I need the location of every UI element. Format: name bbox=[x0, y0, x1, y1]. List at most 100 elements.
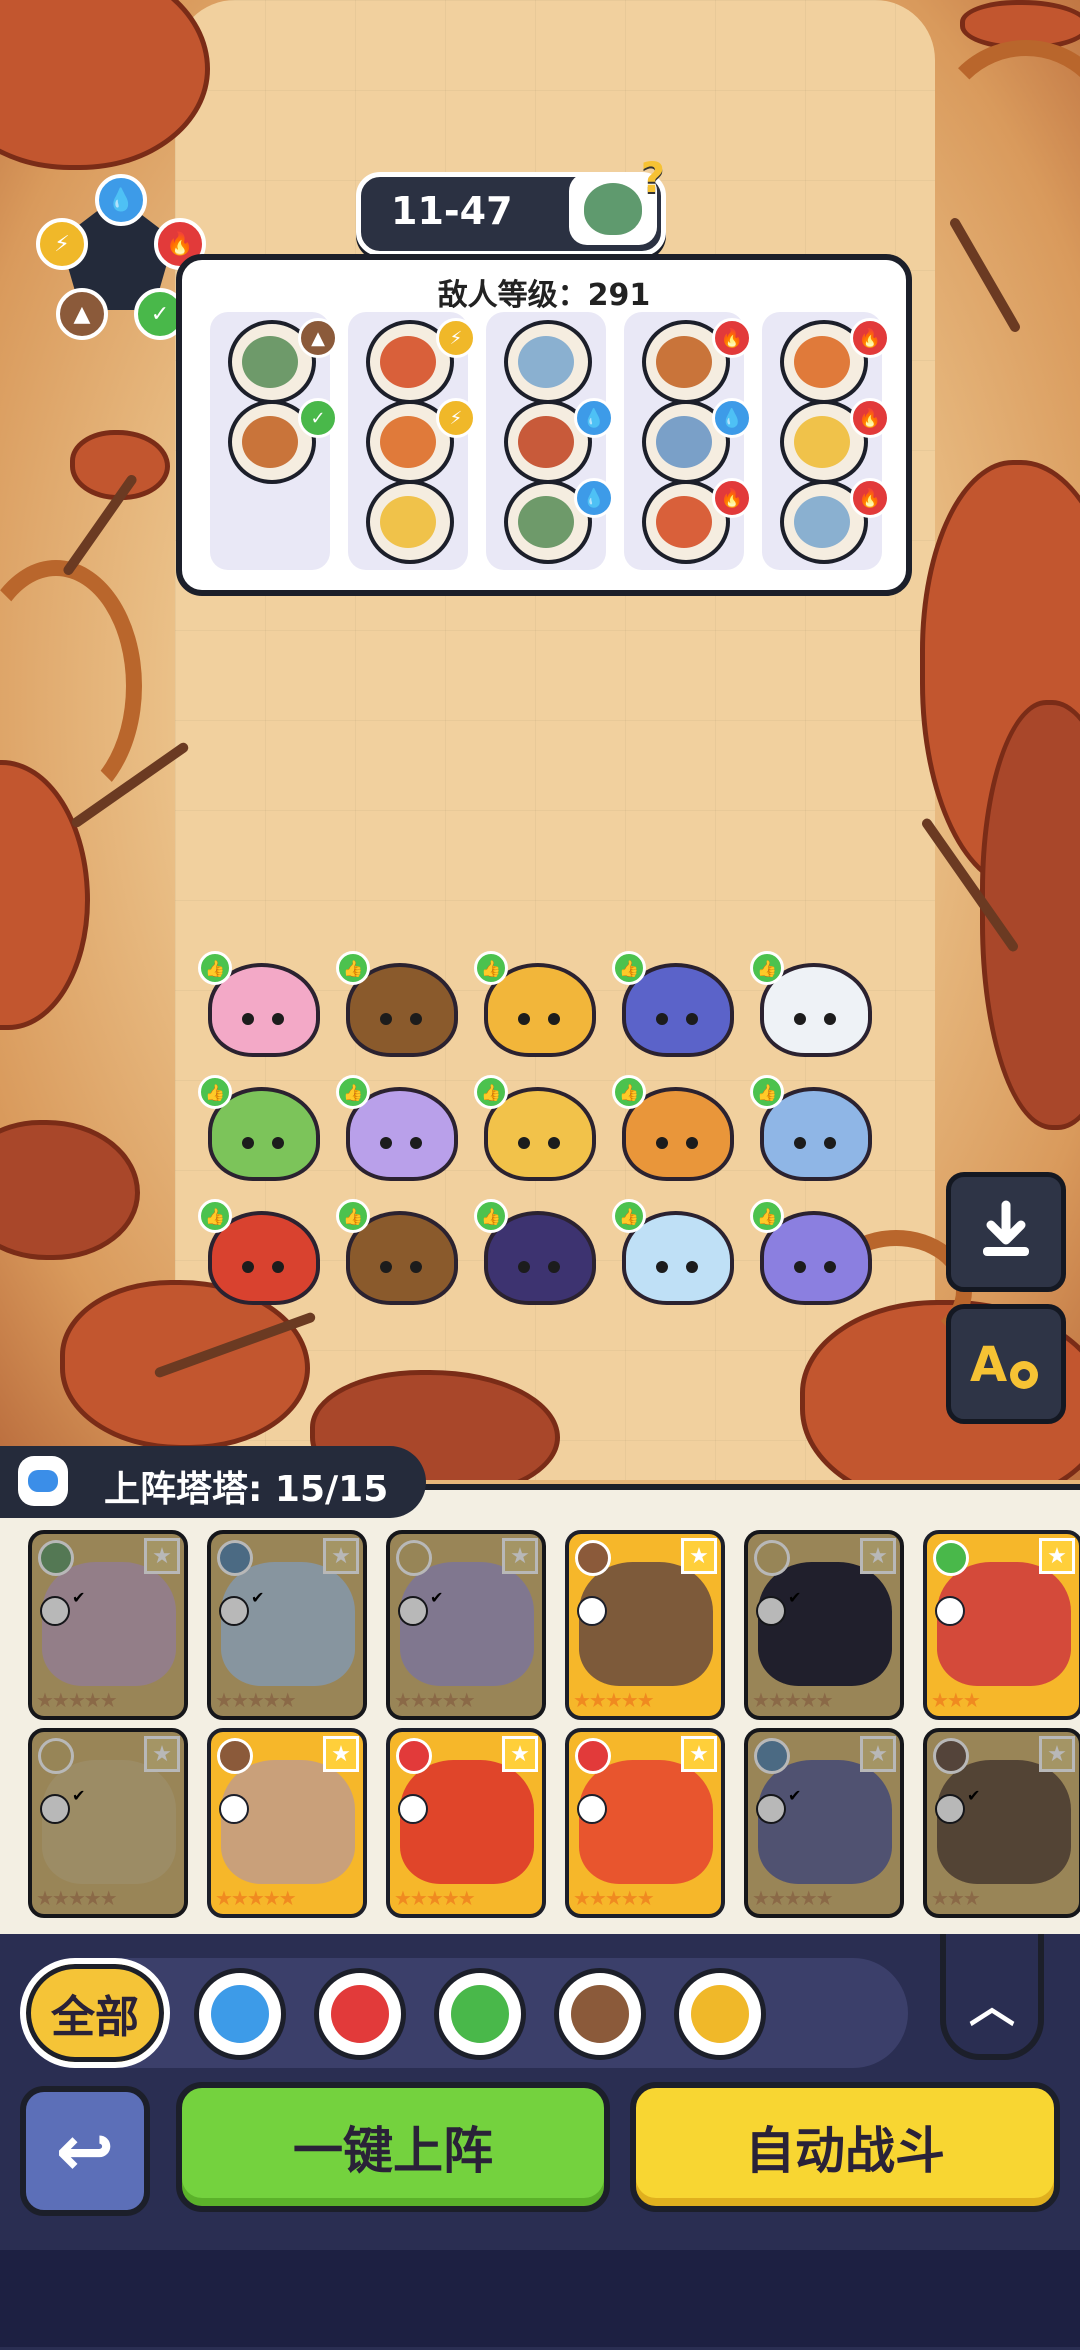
fire-icon: 🔥 bbox=[712, 478, 752, 518]
filter-leaf-button[interactable] bbox=[434, 1968, 526, 2060]
deployed-tower[interactable]: 👍 bbox=[612, 1193, 734, 1305]
class-icon bbox=[935, 1596, 965, 1626]
question-icon: ? bbox=[640, 153, 665, 202]
class-icon bbox=[756, 1596, 786, 1626]
check-icon: ✔ bbox=[251, 1588, 265, 1607]
deployed-tower[interactable]: 👍 bbox=[198, 945, 320, 1057]
enemy-column: 🔥 🔥 🔥 bbox=[762, 312, 890, 570]
star-rating: ★★★★★ bbox=[752, 1688, 834, 1712]
deployed-tower[interactable]: 👍 bbox=[198, 1193, 320, 1305]
bolt-icon bbox=[38, 1738, 74, 1774]
thumbs-up-icon: 👍 bbox=[612, 951, 646, 985]
deployed-tower[interactable]: 👍 bbox=[474, 945, 596, 1057]
deployed-tower[interactable]: 👍 bbox=[750, 1193, 872, 1305]
collapse-panel-button[interactable]: ︿ bbox=[940, 1934, 1044, 2060]
tower-eye bbox=[242, 1013, 254, 1025]
tower-eye bbox=[548, 1261, 560, 1273]
roster-count: 上阵塔塔: 15/15 bbox=[104, 1469, 389, 1510]
deployed-tower[interactable]: 👍 bbox=[750, 945, 872, 1057]
tower-card[interactable]: ★ ★★★ bbox=[923, 1530, 1080, 1720]
tower-card[interactable]: ★ ★★★★★ bbox=[744, 1530, 904, 1720]
class-icon bbox=[577, 1794, 607, 1824]
back-button[interactable]: ↩ bbox=[20, 2086, 150, 2216]
fire-icon bbox=[396, 1738, 432, 1774]
filter-fire-button[interactable] bbox=[314, 1968, 406, 2060]
star-badge-icon: ★ bbox=[323, 1538, 359, 1574]
auto-settings-button[interactable]: A bbox=[946, 1304, 1066, 1424]
bolt-icon bbox=[754, 1540, 790, 1576]
earth-icon bbox=[575, 1540, 611, 1576]
check-icon: ✔ bbox=[72, 1588, 86, 1607]
star-rating: ★★★★★ bbox=[752, 1886, 834, 1910]
rock-decoration bbox=[0, 1120, 140, 1260]
tower-card[interactable]: ★ ★★★★★ bbox=[207, 1728, 367, 1918]
tower-card[interactable]: ★ ★★★★★ bbox=[28, 1728, 188, 1918]
deployed-tower[interactable]: 👍 bbox=[612, 1069, 734, 1181]
enemy-panel: 敌人等级：291 ▲ ✓ ⚡ ⚡ 💧 💧 🔥 💧 🔥 🔥 🔥 🔥 bbox=[176, 254, 912, 596]
fire-icon: 🔥 bbox=[850, 398, 890, 438]
class-icon bbox=[40, 1596, 70, 1626]
enemy-portrait: 🔥 bbox=[780, 398, 890, 484]
class-icon bbox=[219, 1596, 249, 1626]
thumbs-up-icon: 👍 bbox=[336, 951, 370, 985]
download-icon bbox=[983, 1200, 1029, 1256]
deployed-tower[interactable]: 👍 bbox=[336, 945, 458, 1057]
tower-eye bbox=[410, 1013, 422, 1025]
enemy-column: ⚡ ⚡ bbox=[348, 312, 476, 570]
tower-eye bbox=[272, 1013, 284, 1025]
enemy-face bbox=[380, 496, 436, 548]
tower-card[interactable]: ★ ★★★★★ bbox=[565, 1530, 725, 1720]
tower-card[interactable]: ★ ★★★ bbox=[923, 1728, 1080, 1918]
tower-card[interactable]: ★ ★★★★★ bbox=[565, 1728, 725, 1918]
tower-card[interactable]: ★ ★★★★★ bbox=[207, 1530, 367, 1720]
enemy-face bbox=[794, 496, 850, 548]
filter-earth-button[interactable] bbox=[554, 1968, 646, 2060]
enemy-portrait: 💧 bbox=[642, 398, 752, 484]
roster-area[interactable]: ★ ★★★★★ ✔ ★ ★★★★★ ✔ ★ ★★★★★ ✔ ★ ★★★★★ ★ ★★★★★ ✔ ★ ★★★ ★ ★… bbox=[0, 1484, 1080, 1940]
tower-eye bbox=[242, 1137, 254, 1149]
auto-battle-button[interactable]: 自动战斗 bbox=[630, 2082, 1060, 2212]
thumbs-up-icon: 👍 bbox=[612, 1075, 646, 1109]
leaf-icon bbox=[933, 1540, 969, 1576]
auto-gear-icon: A bbox=[970, 1337, 1038, 1393]
thumbs-up-icon: 👍 bbox=[750, 951, 784, 985]
star-badge-icon: ★ bbox=[681, 1736, 717, 1772]
tower-eye bbox=[380, 1261, 392, 1273]
filter-bolt-button[interactable] bbox=[674, 1968, 766, 2060]
water-icon: 💧 bbox=[574, 478, 614, 518]
star-badge-icon: ★ bbox=[1039, 1736, 1075, 1772]
download-lineup-button[interactable] bbox=[946, 1172, 1066, 1292]
tower-card[interactable]: ★ ★★★★★ bbox=[386, 1530, 546, 1720]
star-rating: ★★★★★ bbox=[215, 1688, 297, 1712]
auto-deploy-button[interactable]: 一键上阵 bbox=[176, 2082, 610, 2212]
enemy-column: 💧 💧 bbox=[486, 312, 614, 570]
deployed-tower[interactable]: 👍 bbox=[612, 945, 734, 1057]
enemy-face bbox=[656, 496, 712, 548]
deployed-tower[interactable]: 👍 bbox=[474, 1193, 596, 1305]
enemy-level-title: 敌人等级：291 bbox=[437, 278, 651, 313]
tower-eye bbox=[686, 1013, 698, 1025]
deployed-tower[interactable]: 👍 bbox=[336, 1193, 458, 1305]
filter-water-button[interactable] bbox=[194, 1968, 286, 2060]
enemy-portrait: 💧 bbox=[504, 478, 614, 564]
water-icon bbox=[754, 1738, 790, 1774]
earth-icon: ▲ bbox=[298, 318, 338, 358]
deployed-tower[interactable]: 👍 bbox=[474, 1069, 596, 1181]
deployed-tower[interactable]: 👍 bbox=[336, 1069, 458, 1181]
check-icon: ✔ bbox=[430, 1588, 444, 1607]
boss-preview-button[interactable]: ? bbox=[569, 153, 665, 245]
star-rating: ★★★ bbox=[931, 1688, 981, 1712]
deployed-tower[interactable]: 👍 bbox=[198, 1069, 320, 1181]
filter-all-button[interactable]: 全部 bbox=[20, 1958, 170, 2068]
tower-card[interactable]: ★ ★★★★★ bbox=[744, 1728, 904, 1918]
tower-card[interactable]: ★ ★★★★★ bbox=[28, 1530, 188, 1720]
deployed-tower[interactable]: 👍 bbox=[750, 1069, 872, 1181]
class-icon bbox=[756, 1794, 786, 1824]
roster-header: 上阵塔塔: 15/15 bbox=[0, 1446, 426, 1518]
tower-card[interactable]: ★ ★★★★★ bbox=[386, 1728, 546, 1918]
enemy-face bbox=[518, 336, 574, 388]
enemy-face bbox=[794, 416, 850, 468]
tower-eye bbox=[380, 1137, 392, 1149]
check-icon: ✔ bbox=[967, 1786, 981, 1805]
enemy-portrait bbox=[504, 320, 592, 404]
